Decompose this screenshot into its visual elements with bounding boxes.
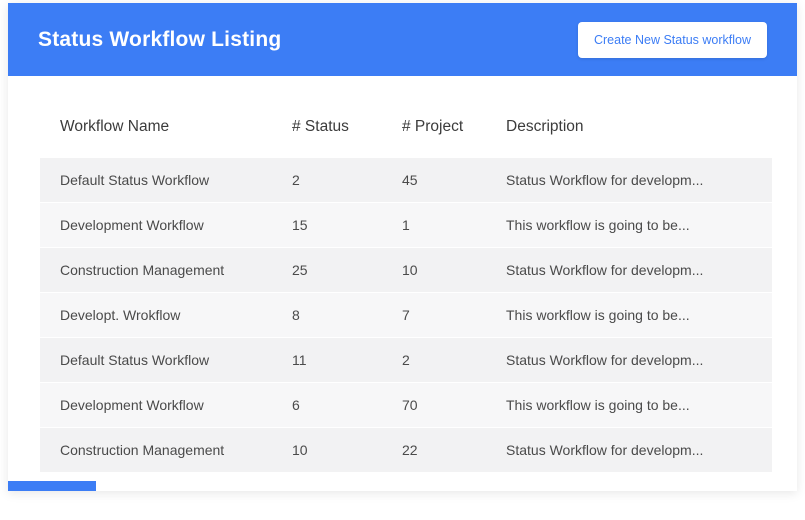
cell-description: Status Workflow for developm... (506, 352, 772, 368)
cell-project: 22 (402, 442, 506, 458)
column-header-workflow-name: Workflow Name (60, 118, 292, 136)
table-row[interactable]: Default Status Workflow245Status Workflo… (40, 158, 772, 202)
cell-status: 8 (292, 307, 402, 323)
cell-name: Default Status Workflow (60, 352, 292, 368)
workflow-table: Workflow Name # Status # Project Descrip… (8, 76, 797, 472)
cell-status: 25 (292, 262, 402, 278)
cell-status: 10 (292, 442, 402, 458)
table-row[interactable]: Default Status Workflow112Status Workflo… (40, 338, 772, 382)
status-workflow-card: Status Workflow Listing Create New Statu… (8, 3, 797, 491)
cell-status: 15 (292, 217, 402, 233)
table-body: Default Status Workflow245Status Workflo… (40, 158, 772, 472)
cell-name: Development Workflow (60, 217, 292, 233)
cell-status: 6 (292, 397, 402, 413)
cell-project: 10 (402, 262, 506, 278)
cell-name: Construction Management (60, 442, 292, 458)
cell-name: Construction Management (60, 262, 292, 278)
cell-name: Default Status Workflow (60, 172, 292, 188)
table-row[interactable]: Developt. Wrokflow87This workflow is goi… (40, 293, 772, 337)
table-row[interactable]: Construction Management2510Status Workfl… (40, 248, 772, 292)
column-header-status-count: # Status (292, 118, 402, 136)
cell-project: 2 (402, 352, 506, 368)
table-header-row: Workflow Name # Status # Project Descrip… (40, 118, 772, 158)
cell-project: 1 (402, 217, 506, 233)
column-header-project-count: # Project (402, 118, 506, 136)
cell-description: This workflow is going to be... (506, 397, 772, 413)
page-title: Status Workflow Listing (38, 28, 281, 52)
cell-project: 7 (402, 307, 506, 323)
cell-project: 45 (402, 172, 506, 188)
cell-description: This workflow is going to be... (506, 307, 772, 323)
page-header: Status Workflow Listing Create New Statu… (8, 3, 797, 76)
cell-status: 2 (292, 172, 402, 188)
table-row[interactable]: Development Workflow670This workflow is … (40, 383, 772, 427)
cell-description: Status Workflow for developm... (506, 172, 772, 188)
create-new-status-workflow-button[interactable]: Create New Status workflow (578, 22, 767, 58)
cell-project: 70 (402, 397, 506, 413)
table-row[interactable]: Development Workflow151This workflow is … (40, 203, 772, 247)
table-row[interactable]: Construction Management1022Status Workfl… (40, 428, 772, 472)
cell-name: Development Workflow (60, 397, 292, 413)
cell-status: 11 (292, 352, 402, 368)
column-header-description: Description (506, 118, 772, 136)
cell-description: This workflow is going to be... (506, 217, 772, 233)
cell-description: Status Workflow for developm... (506, 442, 772, 458)
footer-accent-bar (8, 481, 96, 491)
cell-description: Status Workflow for developm... (506, 262, 772, 278)
cell-name: Developt. Wrokflow (60, 307, 292, 323)
